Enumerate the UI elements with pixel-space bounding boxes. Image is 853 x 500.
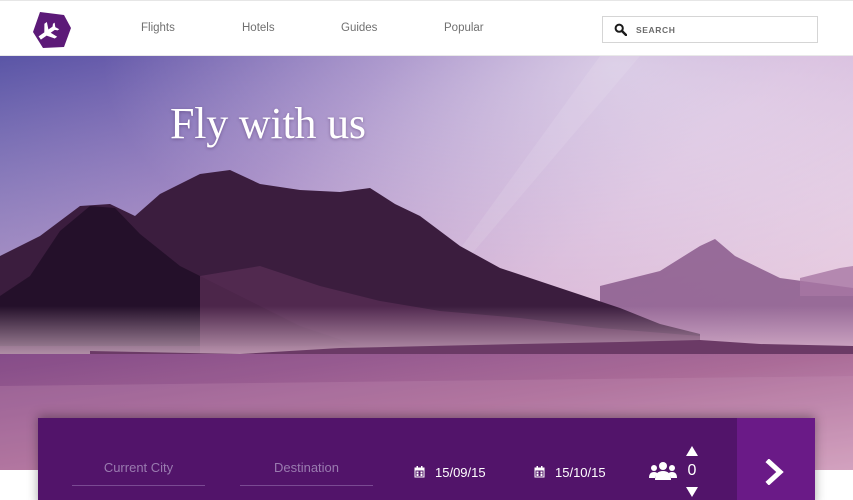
return-date: 15/10/15 <box>555 464 606 480</box>
flight-search-form: 15/09/15 15/10/15 0 <box>38 418 815 500</box>
hero-landscape-image <box>0 56 853 470</box>
search-box <box>602 16 818 43</box>
nav-item-flights[interactable]: Flights <box>141 22 175 34</box>
submit-search-button[interactable] <box>737 418 815 500</box>
return-date-picker[interactable]: 15/10/15 <box>534 463 606 481</box>
nav-item-popular[interactable]: Popular <box>444 22 484 34</box>
hero-title: Fly with us <box>170 99 366 148</box>
origin-field <box>72 452 205 486</box>
search-input[interactable] <box>636 17 811 42</box>
top-header: Flights Hotels Guides Popular <box>0 0 853 56</box>
origin-input[interactable] <box>72 452 205 482</box>
chevron-right-icon <box>765 459 784 485</box>
nav-item-hotels[interactable]: Hotels <box>242 22 275 34</box>
page: Flights Hotels Guides Popular SEARCH Fly… <box>0 0 853 500</box>
decrement-guests-button[interactable] <box>685 486 699 498</box>
calendar-icon <box>414 466 425 478</box>
destination-input[interactable] <box>240 452 373 482</box>
depart-date-picker[interactable]: 15/09/15 <box>414 463 486 481</box>
search-icon[interactable] <box>614 23 627 36</box>
plane-logo-icon[interactable] <box>31 10 73 50</box>
guests-icon <box>649 462 677 480</box>
destination-field <box>240 452 373 486</box>
depart-date: 15/09/15 <box>435 464 486 480</box>
nav-item-guides[interactable]: Guides <box>341 22 377 34</box>
increment-guests-button[interactable] <box>685 445 699 457</box>
calendar-icon <box>534 466 545 478</box>
hero-banner: Fly with us <box>0 56 853 470</box>
guests-count: 0 <box>687 462 697 479</box>
